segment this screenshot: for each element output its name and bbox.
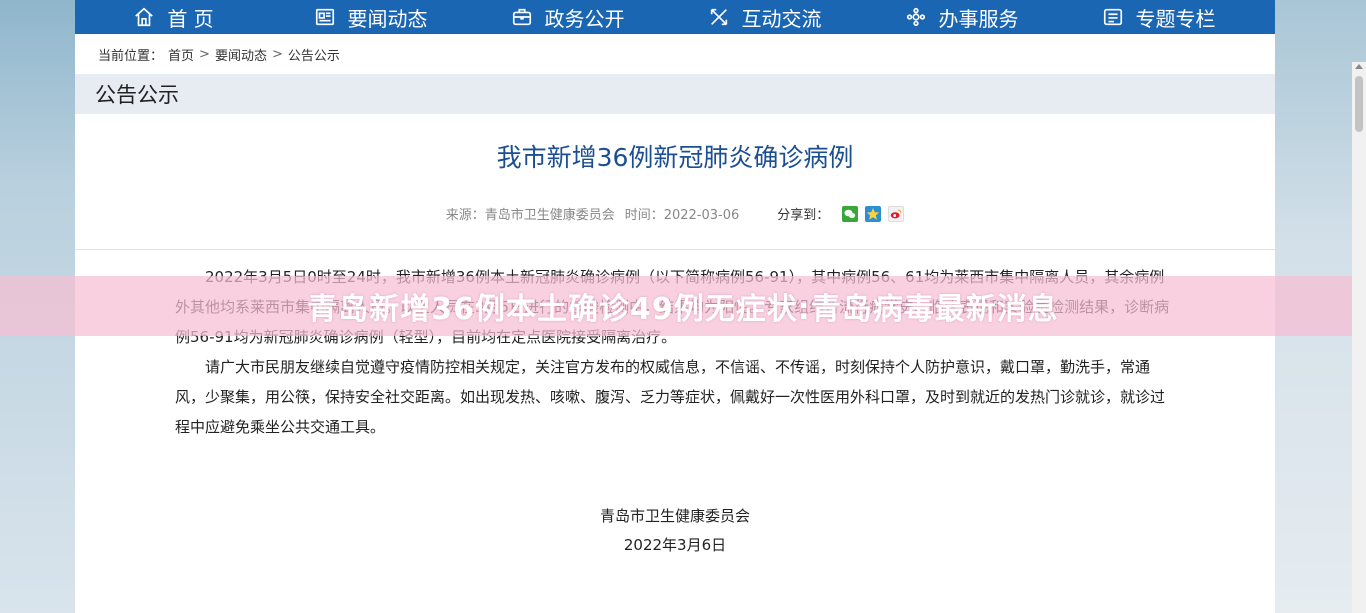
nav-item-label: 要闻动态 [347, 6, 428, 31]
article-time: 时间：2022-03-06 [624, 208, 740, 223]
breadcrumb-notice[interactable]: 公告公示 [288, 45, 340, 64]
nav-item-interact[interactable]: 互动交流 [666, 0, 863, 34]
article-meta: 来源：青岛市卫生健康委员会 时间：2022-03-06 分享到： [75, 204, 1275, 223]
nav-item-gov[interactable]: 政务公开 [469, 0, 666, 34]
breadcrumb-separator: > [199, 46, 210, 62]
nav-item-label: 互动交流 [741, 6, 822, 31]
wechat-icon[interactable] [842, 205, 859, 222]
article-paragraph: 请广大市民朋友继续自觉遵守疫情防控相关规定，关注官方发布的权威信息，不信谣、不传… [175, 358, 1166, 436]
vertical-scrollbar[interactable] [1352, 62, 1366, 613]
breadcrumb-prefix: 当前位置： [98, 48, 164, 64]
signoff-date: 2022年3月6日 [623, 536, 727, 554]
nav-item-label: 专题专栏 [1135, 6, 1216, 31]
overlay-headline: 青岛新增36例本土确诊49例无症状:青岛病毒最新消息 [307, 292, 1059, 327]
breadcrumb-news[interactable]: 要闻动态 [215, 45, 267, 64]
section-title: 公告公示 [75, 74, 1275, 114]
briefcase-icon [512, 8, 531, 26]
news-icon [315, 8, 334, 26]
home-icon [135, 7, 154, 27]
nav-item-news[interactable]: 要闻动态 [272, 0, 469, 34]
scroll-up-arrow-icon[interactable] [1355, 64, 1363, 69]
article-source: 来源：青岛市卫生健康委员会 [445, 208, 615, 223]
nav-item-home[interactable]: 首 页 [75, 0, 272, 34]
signoff-org: 青岛市卫生健康委员会 [599, 507, 750, 525]
scroll-thumb[interactable] [1355, 76, 1363, 132]
main-nav: 首 页 要闻动态 政务公开 互动交流 办事服务 专题专栏 [75, 0, 1275, 34]
service-icon [906, 7, 925, 27]
article-signoff: 青岛市卫生健康委员会 2022年3月6日 [75, 502, 1275, 560]
topic-icon [1103, 8, 1122, 26]
nav-item-label: 办事服务 [938, 6, 1019, 31]
interact-icon [710, 8, 727, 26]
headline-overlay-banner: 青岛新增36例本土确诊49例无症状:青岛病毒最新消息 [0, 276, 1366, 336]
breadcrumb-home[interactable]: 首页 [168, 45, 194, 64]
nav-item-service[interactable]: 办事服务 [863, 0, 1060, 34]
weibo-icon[interactable] [888, 205, 905, 222]
nav-item-label: 首 页 [167, 6, 214, 31]
breadcrumb: 当前位置： 首页 > 要闻动态 > 公告公示 [75, 34, 1275, 74]
article-title: 我市新增36例新冠肺炎确诊病例 [496, 143, 854, 172]
nav-item-label: 政务公开 [544, 6, 625, 31]
share-label: 分享到： [777, 208, 830, 223]
nav-item-topic[interactable]: 专题专栏 [1060, 0, 1257, 34]
qzone-icon[interactable] [865, 205, 882, 222]
breadcrumb-separator: > [271, 46, 283, 62]
